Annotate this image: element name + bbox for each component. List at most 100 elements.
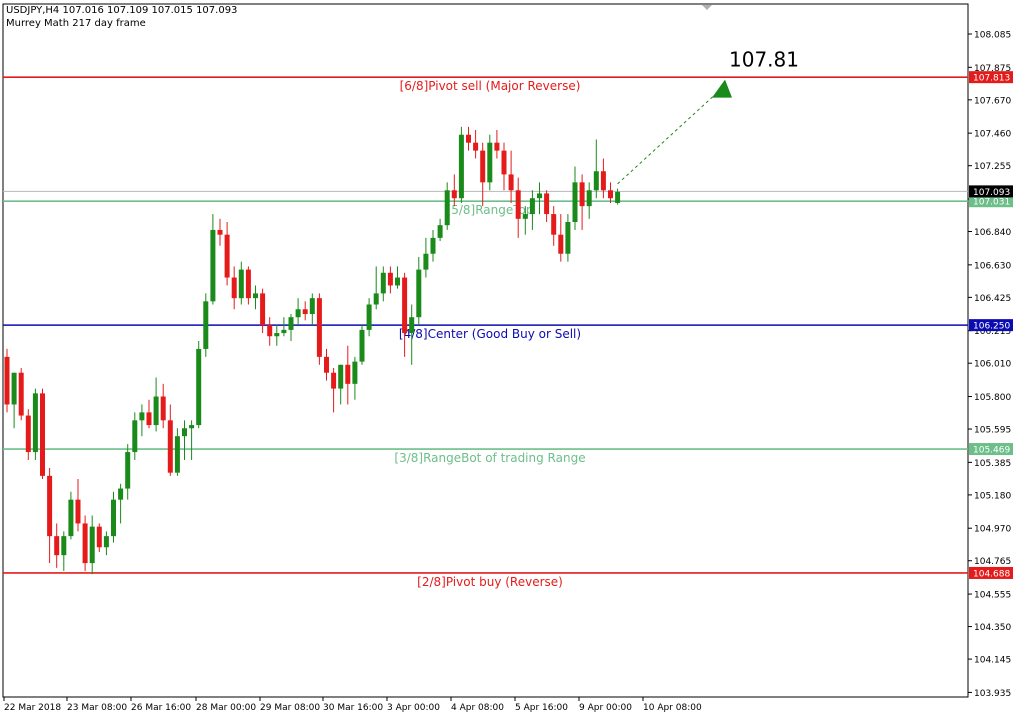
y-tick-label: 105.385: [974, 459, 1011, 469]
candle-body: [437, 225, 443, 238]
y-tick-label: 104.145: [974, 656, 1011, 666]
candle-body: [316, 298, 322, 357]
candle-body: [96, 526, 102, 548]
candle-body: [395, 277, 400, 286]
candle-body: [565, 222, 571, 254]
candle-body: [245, 269, 251, 299]
y-tick-label: 105.180: [974, 491, 1011, 501]
x-tick-label: 29 Mar 08:00: [260, 703, 320, 713]
candle-body: [125, 452, 131, 489]
candle-body: [515, 190, 521, 219]
candle-body: [231, 277, 237, 299]
candle-body: [260, 293, 266, 326]
y-tick-label: 105.595: [974, 426, 1011, 436]
candle-body: [189, 425, 195, 429]
y-tick-label: 104.970: [974, 525, 1011, 535]
candle-body: [288, 317, 294, 330]
x-tick-label: 4 Apr 08:00: [451, 703, 504, 713]
x-tick-label: 26 Mar 16:00: [131, 703, 191, 713]
candle-body: [593, 171, 599, 191]
candle-body: [302, 309, 308, 315]
x-tick-label: 5 Apr 16:00: [515, 703, 568, 713]
x-tick-label: 30 Mar 16:00: [323, 703, 383, 713]
candles: [4, 126, 621, 575]
candle-body: [359, 329, 365, 362]
candle-body: [579, 182, 585, 207]
y-tick-label: 106.840: [974, 228, 1011, 238]
candle-body: [4, 356, 10, 405]
y-tick-label: 106.630: [974, 261, 1011, 271]
level-price-tag-text: 106.250: [973, 322, 1010, 332]
y-tick-label: 108.085: [974, 31, 1011, 41]
candle-body: [529, 198, 535, 215]
candle-body: [132, 420, 138, 453]
candle-body: [409, 317, 415, 334]
y-tick-label: 105.800: [974, 393, 1011, 403]
candle-body: [224, 234, 230, 278]
candle-body: [174, 436, 180, 473]
level-label: [4/8]Center (Good Buy or Sell): [399, 327, 581, 341]
candle-body: [253, 293, 258, 299]
candle-body: [267, 325, 273, 337]
indicator-name: Murrey Math 217 day frame: [6, 18, 146, 29]
candle-body: [18, 372, 24, 416]
candle-body: [281, 329, 287, 334]
candle-body: [54, 536, 60, 556]
murrey-levels: [6/8]Pivot sell (Major Reverse)107.813[5…: [3, 71, 1013, 589]
candle-body: [338, 364, 344, 389]
x-tick-label: 28 Mar 00:00: [196, 703, 256, 713]
candle-body: [451, 190, 457, 199]
candle-body: [309, 298, 315, 315]
candle-body: [182, 428, 187, 437]
candle-body: [544, 193, 550, 215]
candle-body: [537, 193, 542, 199]
candle-body: [501, 150, 507, 175]
candle-body: [11, 372, 17, 405]
chart-shift-marker: [702, 5, 712, 10]
candle-body: [324, 356, 329, 373]
candle-body: [558, 234, 564, 254]
candle-body: [416, 269, 422, 318]
target-price-label: 107.81: [729, 48, 799, 72]
candle-body: [331, 372, 337, 389]
candle-body: [345, 364, 351, 384]
y-tick-label: 106.425: [974, 294, 1011, 304]
candle-body: [480, 150, 486, 183]
level-price-tag-text: 105.469: [973, 446, 1010, 456]
x-tick-label: 22 Mar 2018: [4, 703, 61, 713]
candle-body: [380, 272, 386, 294]
level-price-tag-text: 107.031: [973, 198, 1010, 208]
level-price-tag-text: 104.688: [973, 569, 1010, 579]
y-tick-label: 104.555: [974, 591, 1011, 601]
candle-body: [615, 191, 621, 203]
level-label: [3/8]RangeBot of trading Range: [394, 451, 585, 465]
candle-body: [274, 333, 280, 337]
candle-body: [40, 393, 45, 476]
y-tick-label: 104.350: [974, 623, 1011, 633]
candle-body: [522, 214, 528, 219]
candle-body: [387, 272, 393, 286]
candle-body: [494, 142, 500, 151]
candle-body: [61, 536, 67, 556]
candle-body: [103, 536, 109, 548]
plot-frame: [2, 3, 969, 698]
y-tick-label: 107.460: [974, 130, 1011, 140]
candlestick-chart: 108.085107.875107.670107.460107.255107.0…: [2, 3, 1013, 713]
candle-body: [551, 214, 557, 235]
candle-body: [139, 412, 145, 421]
x-tick-label: 23 Mar 08:00: [67, 703, 127, 713]
chart-container: 108.085107.875107.670107.460107.255107.0…: [0, 0, 1014, 716]
y-tick-label: 107.670: [974, 96, 1011, 106]
candle-body: [600, 171, 606, 191]
x-tick-label: 9 Apr 00:00: [579, 703, 632, 713]
candle-body: [146, 412, 152, 426]
candle-body: [508, 174, 514, 191]
candle-body: [217, 229, 223, 235]
candle-body: [25, 415, 31, 453]
candle-body: [167, 420, 173, 473]
y-tick-label: 106.010: [974, 360, 1011, 370]
candle-body: [458, 134, 464, 199]
candle-body: [366, 304, 372, 330]
level-label: [2/8]Pivot buy (Reverse): [417, 575, 563, 589]
candle-body: [466, 134, 471, 143]
